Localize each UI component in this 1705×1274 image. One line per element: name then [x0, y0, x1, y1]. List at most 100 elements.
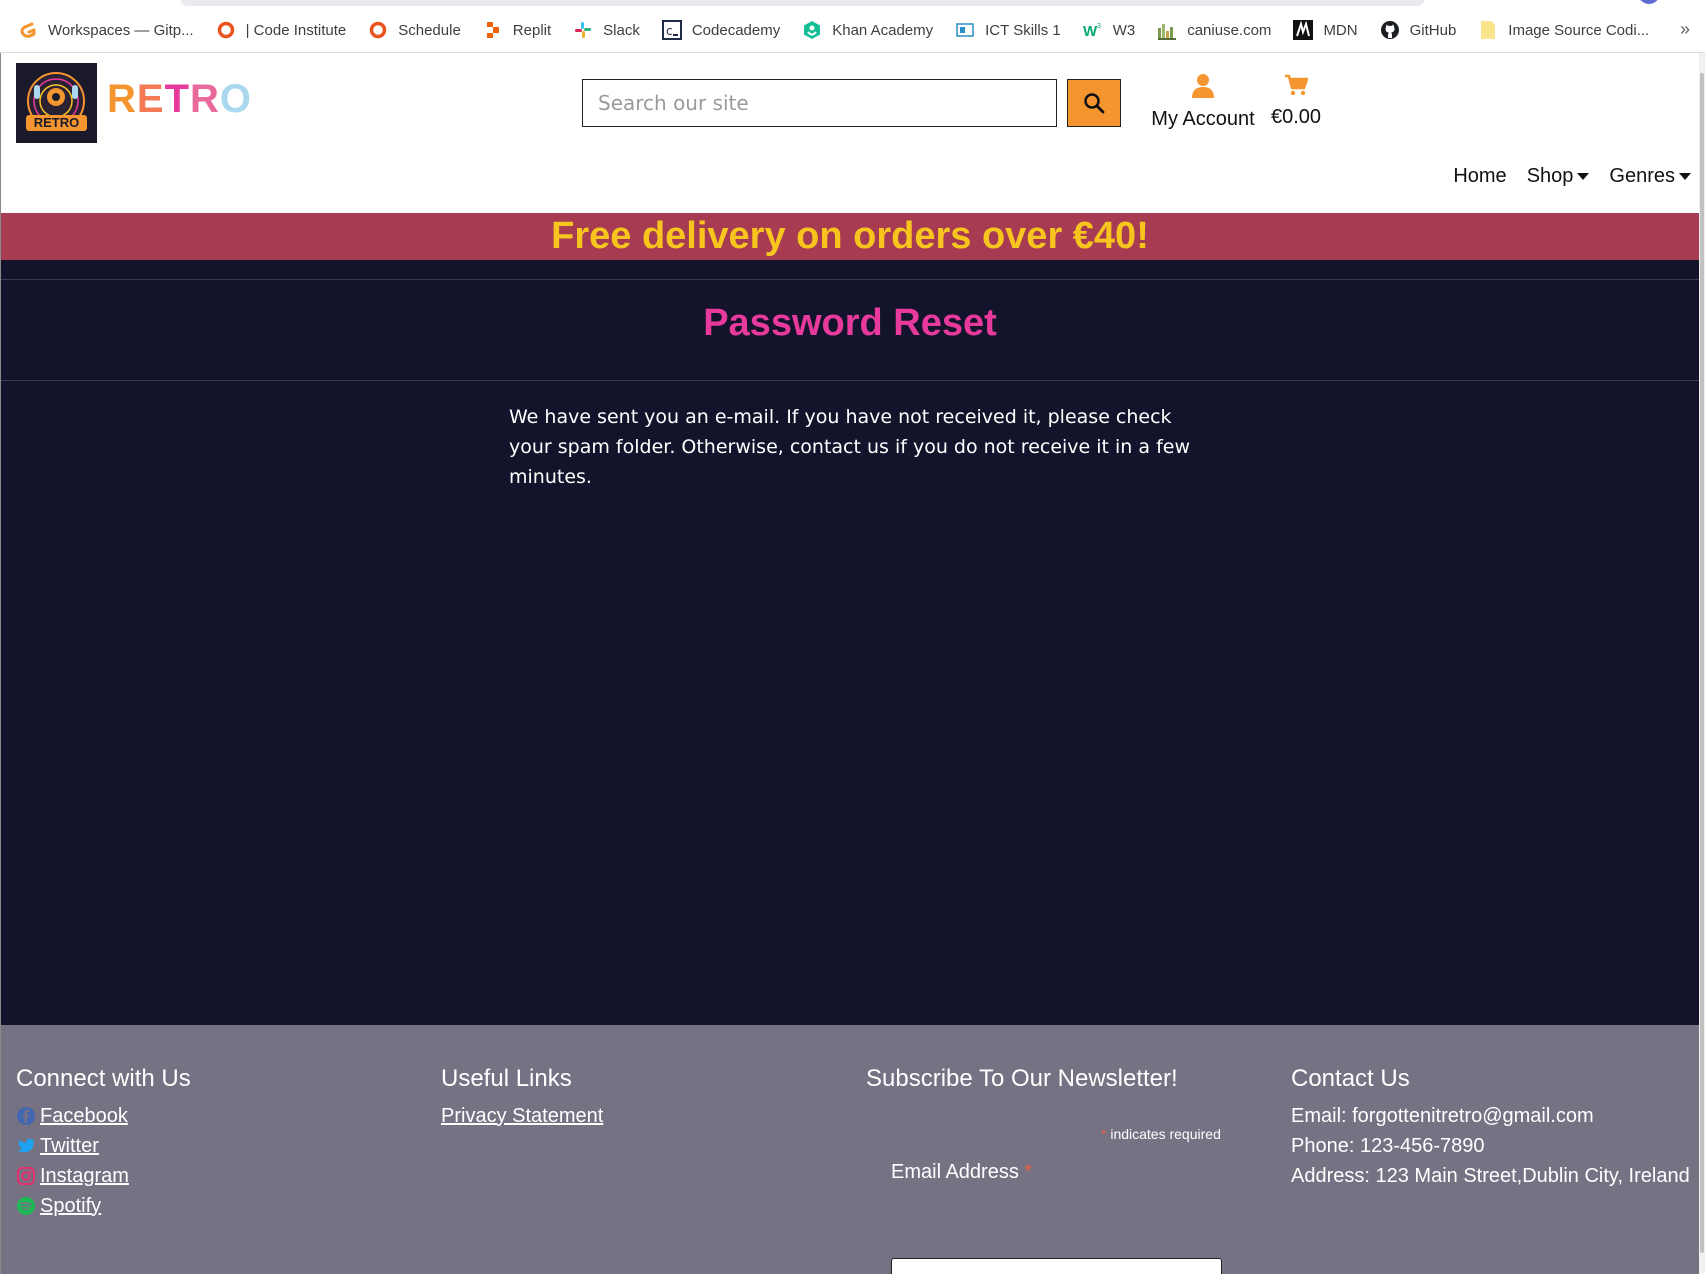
bookmark-replit[interactable]: Replit: [483, 18, 551, 42]
main-nav: Home Shop Genres: [1433, 165, 1691, 188]
search-button[interactable]: [1067, 79, 1121, 127]
bookmark-label: Image Source Codi...: [1508, 21, 1650, 39]
caret-down-icon: [1577, 173, 1590, 180]
bookmarks-overflow-button[interactable]: »: [1680, 19, 1690, 40]
bookmark-label: Khan Academy: [832, 21, 934, 39]
twitter-icon: [16, 1136, 36, 1156]
divider: [1, 279, 1699, 280]
bookmark-khan-academy[interactable]: Khan Academy: [802, 18, 933, 42]
replit-icon: [483, 20, 503, 40]
codecademy-icon: c: [661, 20, 682, 40]
bookmark-github[interactable]: GitHub: [1380, 18, 1457, 42]
contact-email: Email: forgottenitretro@gmail.com: [1291, 1104, 1594, 1127]
svg-text:c: c: [666, 24, 673, 38]
brand-name[interactable]: RETRO: [107, 77, 252, 122]
bookmark-slack[interactable]: Slack: [573, 18, 640, 42]
bookmark-mdn[interactable]: MDN: [1293, 18, 1358, 42]
brand-letter: O: [219, 77, 253, 121]
nav-genres-dropdown[interactable]: Genres: [1609, 165, 1691, 188]
spotify-icon: [16, 1196, 36, 1216]
cart-link[interactable]: €0.00: [1269, 73, 1323, 129]
brand-letter: R: [190, 77, 220, 121]
contact-address: Address: 123 Main Street,Dublin City, Ir…: [1291, 1164, 1690, 1187]
bookmark-label: W3: [1112, 21, 1136, 39]
w3-icon: W3: [1083, 20, 1103, 40]
scrollbar-thumb[interactable]: [1700, 73, 1704, 1253]
bookmark-label: Schedule: [398, 21, 461, 39]
bookmark-caniuse[interactable]: caniuse.com: [1157, 18, 1271, 42]
footer-connect: Connect with Us Facebook Twitter Instagr…: [16, 1065, 191, 1221]
site-logo[interactable]: RETRO: [16, 63, 97, 143]
page-title: Password Reset: [703, 302, 997, 344]
schedule-icon: [368, 20, 388, 40]
my-account-link[interactable]: My Account: [1149, 73, 1257, 131]
instagram-icon: [16, 1166, 36, 1186]
footer-contact: Contact Us Email: forgottenitretro@gmail…: [1291, 1065, 1690, 1191]
address-bar-edge: [180, 0, 1425, 6]
footer-useful-links: Useful Links Privacy Statement: [441, 1065, 603, 1131]
bookmark-image-source[interactable]: Image Source Codi...: [1478, 18, 1649, 42]
user-icon: [1192, 74, 1214, 98]
site-header: RETRO RETRO My Account €0.00 Home Shop G…: [1, 53, 1699, 213]
reset-message: We have sent you an e-mail. If you have …: [509, 406, 1190, 488]
cart-icon: [1285, 74, 1309, 96]
bookmark-label: Workspaces — Gitp...: [48, 21, 194, 39]
newsletter-email-input[interactable]: [891, 1258, 1222, 1274]
svg-text:RETRO: RETRO: [34, 115, 80, 130]
bookmark-label: Replit: [512, 21, 552, 39]
bookmark-label: | Code Institute: [245, 21, 347, 39]
nav-shop-dropdown[interactable]: Shop: [1527, 165, 1590, 188]
privacy-statement-link[interactable]: Privacy Statement: [441, 1101, 603, 1131]
bookmark-label: ICT Skills 1: [985, 21, 1061, 39]
slack-icon: [573, 20, 593, 40]
email-address-label: Email Address *: [891, 1161, 1033, 1183]
bookmark-label: MDN: [1323, 21, 1358, 39]
bookmark-label: GitHub: [1409, 21, 1457, 39]
brand-letter: R: [107, 77, 137, 121]
caret-down-icon: [1679, 173, 1691, 180]
folder-icon: [1478, 20, 1498, 40]
bookmark-label: Slack: [603, 21, 640, 39]
caniuse-icon: [1157, 20, 1177, 40]
footer-heading: Subscribe To Our Newsletter!: [866, 1065, 1178, 1092]
required-note: * indicates required: [1101, 1126, 1221, 1142]
nav-home[interactable]: Home: [1453, 165, 1506, 188]
bookmark-gitpod[interactable]: Workspaces — Gitp...: [18, 18, 194, 42]
facebook-link[interactable]: Facebook: [16, 1101, 191, 1131]
main-content: Password Reset We have sent you an e-mai…: [1, 260, 1699, 1025]
bookmark-code-institute[interactable]: | Code Institute: [216, 18, 347, 42]
delivery-banner: Free delivery on orders over €40!: [1, 213, 1699, 260]
search-icon: [1084, 93, 1105, 114]
bookmark-label: Codecademy: [691, 21, 781, 39]
brand-letter: T: [164, 77, 191, 121]
github-icon: [1380, 20, 1400, 40]
search-input[interactable]: [582, 79, 1057, 127]
cart-total: €0.00: [1270, 106, 1322, 128]
footer-newsletter: Subscribe To Our Newsletter!: [866, 1065, 1178, 1101]
footer-heading: Connect with Us: [16, 1065, 191, 1092]
svg-text:W: W: [1083, 23, 1098, 39]
bookmark-ict-skills[interactable]: ICT Skills 1: [955, 18, 1061, 42]
bookmark-label: caniuse.com: [1187, 21, 1272, 39]
bookmarks-bar: Workspaces — Gitp... | Code Institute Sc…: [0, 0, 1705, 53]
twitter-link[interactable]: Twitter: [16, 1131, 191, 1161]
bookmarks-list: Workspaces — Gitp... | Code Institute Sc…: [18, 18, 1649, 42]
code-institute-icon: [216, 20, 236, 40]
bookmark-w3[interactable]: W3 W3: [1083, 18, 1136, 42]
my-account-label: My Account: [1151, 108, 1255, 130]
footer-heading: Useful Links: [441, 1065, 572, 1092]
spotify-link[interactable]: Spotify: [16, 1191, 191, 1221]
mdn-icon: [1293, 20, 1314, 40]
instagram-link[interactable]: Instagram: [16, 1161, 191, 1191]
profile-avatar[interactable]: [1638, 0, 1660, 4]
ict-skills-icon: [955, 20, 975, 40]
facebook-icon: [16, 1106, 36, 1126]
khan-academy-icon: [802, 20, 822, 40]
bookmark-schedule[interactable]: Schedule: [368, 18, 461, 42]
site-footer: Connect with Us Facebook Twitter Instagr…: [1, 1025, 1699, 1274]
brand-letter: E: [136, 77, 165, 121]
page-scrollbar[interactable]: [1699, 53, 1705, 1274]
footer-heading: Contact Us: [1291, 1065, 1410, 1092]
bookmark-codecademy[interactable]: c Codecademy: [661, 18, 781, 42]
delivery-banner-text: Free delivery on orders over €40!: [551, 215, 1149, 257]
